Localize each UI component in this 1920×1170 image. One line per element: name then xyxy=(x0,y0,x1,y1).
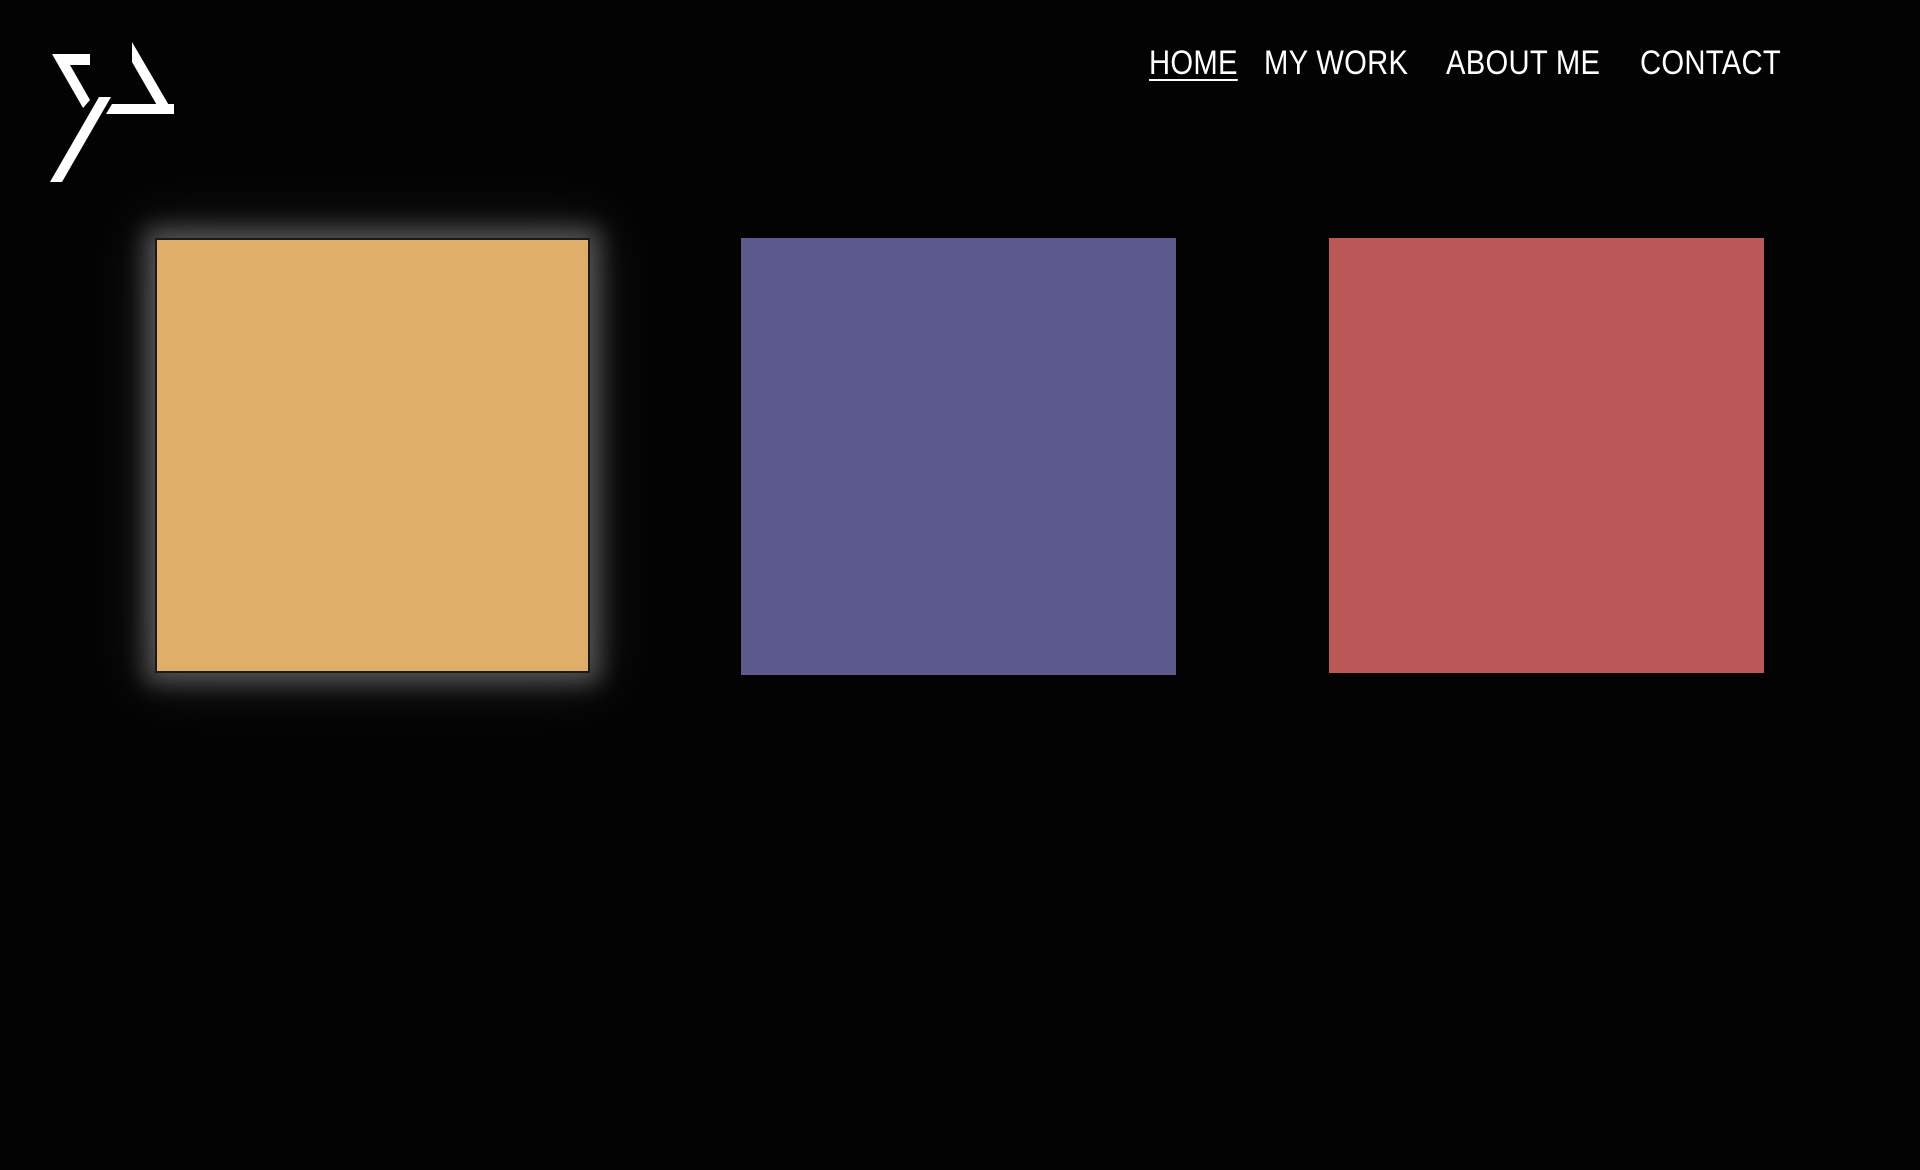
portfolio-page: HOME MY WORK ABOUT ME CONTACT xyxy=(0,0,1920,1170)
nav-my-work-link[interactable]: MY WORK xyxy=(1264,38,1408,88)
project-tile-2[interactable] xyxy=(741,238,1176,675)
main-navigation: HOME MY WORK ABOUT ME CONTACT xyxy=(0,38,1920,88)
project-tile-3[interactable] xyxy=(1329,238,1764,673)
nav-home-link[interactable]: HOME xyxy=(1149,38,1238,88)
nav-about-me-link[interactable]: ABOUT ME xyxy=(1446,38,1600,88)
nav-contact-link[interactable]: CONTACT xyxy=(1640,38,1781,88)
project-tile-1[interactable] xyxy=(155,238,590,673)
